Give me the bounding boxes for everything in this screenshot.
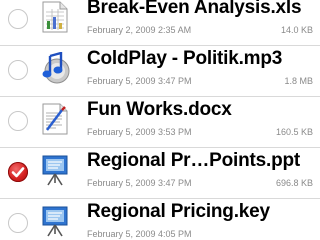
file-date: February 5, 2009 3:47 PM bbox=[87, 178, 192, 188]
file-row[interactable]: Break-Even Analysis.xls February 2, 2009… bbox=[0, 0, 320, 46]
file-size: 696.8 KB bbox=[275, 178, 313, 188]
file-name: Regional Pr…Points.ppt bbox=[87, 150, 301, 171]
checkmark-icon[interactable] bbox=[8, 162, 28, 182]
file-name: Regional Pricing.key bbox=[87, 201, 270, 222]
file-row[interactable]: ColdPlay - Politik.mp3 February 5, 2009 … bbox=[0, 46, 320, 97]
file-size: 14.0 KB bbox=[280, 25, 313, 35]
file-name: ColdPlay - Politik.mp3 bbox=[87, 48, 283, 69]
file-date: February 5, 2009 4:05 PM bbox=[87, 229, 192, 239]
file-size: 160.5 KB bbox=[275, 127, 313, 137]
file-date: February 5, 2009 3:53 PM bbox=[87, 127, 192, 137]
file-row[interactable]: Regional Pricing.key February 5, 2009 4:… bbox=[0, 199, 320, 240]
select-circle[interactable] bbox=[8, 111, 28, 131]
select-circle[interactable] bbox=[8, 9, 28, 29]
select-circle[interactable] bbox=[8, 60, 28, 80]
file-date: February 2, 2009 2:35 AM bbox=[87, 25, 192, 35]
music-file-icon bbox=[40, 51, 70, 84]
presentation-file-icon bbox=[40, 205, 70, 237]
file-name: Break-Even Analysis.xls bbox=[87, 0, 302, 18]
presentation-file-icon bbox=[40, 154, 70, 186]
spreadsheet-file-icon bbox=[40, 1, 70, 33]
file-list: Break-Even Analysis.xls February 2, 2009… bbox=[0, 0, 320, 240]
document-file-icon bbox=[40, 103, 70, 135]
file-name: Fun Works.docx bbox=[87, 99, 232, 120]
select-circle[interactable] bbox=[8, 213, 28, 233]
file-row[interactable]: Regional Pr…Points.ppt February 5, 2009 … bbox=[0, 148, 320, 199]
file-row[interactable]: Fun Works.docx February 5, 2009 3:53 PM … bbox=[0, 97, 320, 148]
file-date: February 5, 2009 3:47 PM bbox=[87, 76, 192, 86]
file-size: 1.8 MB bbox=[284, 76, 313, 86]
